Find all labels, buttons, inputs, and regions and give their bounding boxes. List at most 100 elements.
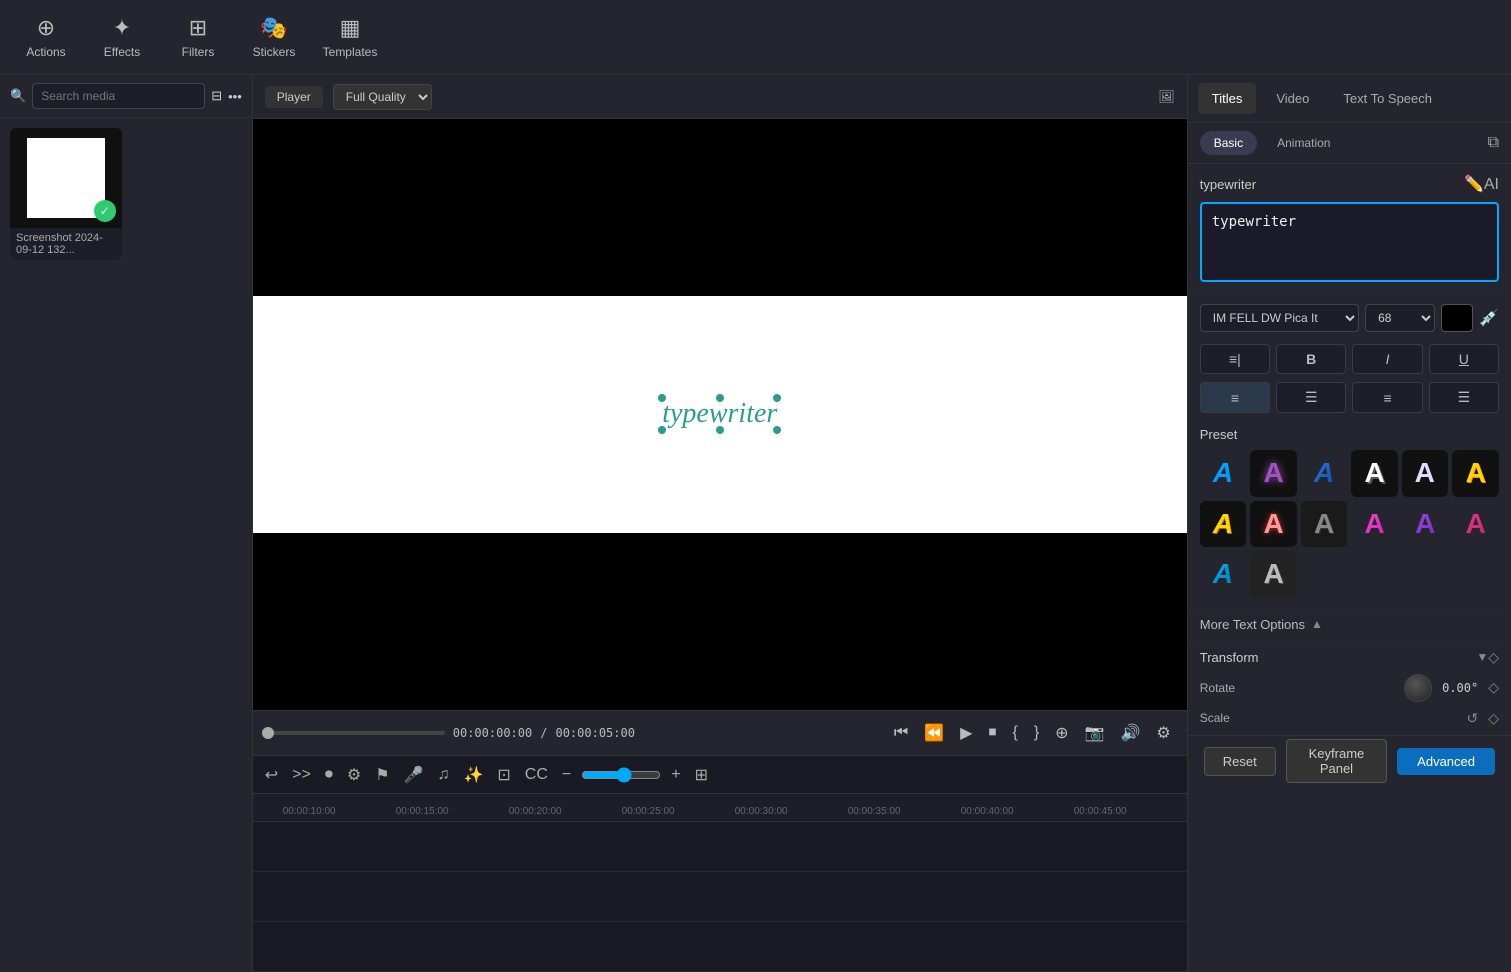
preset-item[interactable]: A <box>1250 450 1297 497</box>
sub-tab-basic[interactable]: Basic <box>1200 131 1257 155</box>
size-select[interactable]: 68 <box>1365 304 1435 332</box>
advanced-button[interactable]: Advanced <box>1397 748 1495 775</box>
preset-item[interactable]: A <box>1250 501 1297 548</box>
toolbar-item-templates[interactable]: ▦ Templates <box>314 5 386 70</box>
magic-btn[interactable]: ✨ <box>459 763 487 787</box>
panel-copy-icon[interactable]: ⧉ <box>1488 134 1499 152</box>
effects-label: Effects <box>104 45 140 59</box>
align-left-btn[interactable]: ≡ <box>1200 382 1270 413</box>
music-btn[interactable]: ♫ <box>433 764 453 786</box>
zoom-out-btn[interactable]: − <box>558 764 575 786</box>
ruler-mark: 00:00:10:00 <box>283 806 396 817</box>
search-input[interactable] <box>32 83 205 109</box>
more-icon[interactable]: ••• <box>228 89 242 104</box>
bottom-bar: Reset Keyframe Panel Advanced <box>1188 735 1511 787</box>
stop-btn[interactable]: ⏹ <box>984 722 1000 744</box>
more-text-section[interactable]: More Text Options ▲ <box>1188 608 1511 640</box>
media-grid: ✓ Screenshot 2024-09-12 132... <box>0 118 252 270</box>
preset-item[interactable]: A <box>1402 501 1449 548</box>
toolbar-item-filters[interactable]: ⊞ Filters <box>162 5 234 70</box>
italic-btn[interactable]: I <box>1352 344 1422 374</box>
filter-icon[interactable]: ⊟ <box>211 88 222 104</box>
preset-item[interactable]: A <box>1351 450 1398 497</box>
reset-button[interactable]: Reset <box>1204 747 1276 776</box>
text-editor[interactable]: typewriter <box>1200 202 1499 282</box>
align-justify-btn[interactable]: ☰ <box>1429 382 1499 413</box>
toolbar-item-actions[interactable]: ⊕ Actions <box>10 5 82 70</box>
handle-bl[interactable] <box>658 426 666 434</box>
handle-bc[interactable] <box>716 426 724 434</box>
undo-btn[interactable]: ↩ <box>261 763 282 787</box>
preset-item[interactable]: A <box>1301 450 1348 497</box>
zoom-in-btn[interactable]: + <box>667 764 684 786</box>
settings-btn[interactable]: ⚙ <box>1152 721 1174 745</box>
preset-item[interactable]: A <box>1452 450 1499 497</box>
volume-btn[interactable]: 🔊 <box>1116 721 1144 745</box>
font-select[interactable]: IM FELL DW Pica It <box>1200 304 1359 332</box>
play-btn[interactable]: ▶ <box>956 721 976 745</box>
mark-in-btn[interactable]: { <box>1008 722 1021 744</box>
align-center-btn[interactable]: ☰ <box>1276 382 1346 413</box>
mic-btn[interactable]: 🎤 <box>400 763 428 787</box>
redo-btn[interactable]: >> <box>288 764 315 786</box>
rotate-knob[interactable] <box>1404 674 1432 702</box>
toolbar-item-stickers[interactable]: 🎭 Stickers <box>238 5 310 70</box>
tab-titles[interactable]: Titles <box>1198 83 1257 114</box>
snapshot-btn[interactable]: 📷 <box>1081 721 1109 745</box>
prev-frame-btn[interactable]: ⏮ <box>890 722 912 744</box>
scale-label: Scale <box>1200 711 1457 725</box>
settings2-btn[interactable]: ⚙ <box>343 763 365 787</box>
scale-keyframe-btn[interactable]: ◇ <box>1488 710 1499 727</box>
progress-thumb[interactable] <box>262 727 274 739</box>
toolbar-item-effects[interactable]: ✦ Effects <box>86 5 158 70</box>
font-controls: IM FELL DW Pica It 68 💉 <box>1188 295 1511 340</box>
preset-item[interactable]: A <box>1452 501 1499 548</box>
underline-btn[interactable]: U <box>1429 344 1499 374</box>
subtitle-btn[interactable]: CC <box>521 764 552 786</box>
transform-header[interactable]: Transform ▼ ◇ <box>1200 649 1499 666</box>
tab-tts[interactable]: Text To Speech <box>1329 83 1446 114</box>
scale-reset-btn[interactable]: ↺ <box>1466 710 1478 727</box>
snapshot-icon[interactable]: 🖼 <box>1158 89 1175 105</box>
insert-btn[interactable]: ⊕ <box>1051 721 1072 745</box>
tab-video[interactable]: Video <box>1262 83 1323 114</box>
media-item[interactable]: ✓ Screenshot 2024-09-12 132... <box>10 128 122 260</box>
pip-btn[interactable]: ⊡ <box>493 763 514 787</box>
play-circle-btn[interactable]: ⏺ <box>321 764 337 786</box>
quality-select[interactable]: Full Quality <box>333 84 432 110</box>
text-title: typewriter <box>1200 177 1456 192</box>
zoom-slider[interactable] <box>581 767 661 783</box>
align-right-btn[interactable]: ≡ <box>1352 382 1422 413</box>
current-time: 00:00:00:00 <box>453 726 532 740</box>
preset-item[interactable]: A <box>1200 450 1247 497</box>
sub-tabs: Basic Animation ⧉ <box>1188 123 1511 164</box>
preset-section: Preset AAAAAAAAAAAAAA <box>1188 417 1511 608</box>
ai-button[interactable]: ✏️AI <box>1464 174 1499 194</box>
rotate-keyframe-btn[interactable]: ◇ <box>1488 679 1499 696</box>
sub-tab-animation[interactable]: Animation <box>1263 131 1344 155</box>
preset-item[interactable]: A <box>1402 450 1449 497</box>
format-lines-btn[interactable]: ≡| <box>1200 344 1270 374</box>
handle-br[interactable] <box>773 426 781 434</box>
preset-item[interactable]: A <box>1250 551 1297 598</box>
progress-bar[interactable] <box>265 731 445 735</box>
grid-btn[interactable]: ⊞ <box>691 763 712 787</box>
preset-item[interactable]: A <box>1200 501 1247 548</box>
format-row: ≡| B I U <box>1188 340 1511 378</box>
preset-item[interactable]: A <box>1301 501 1348 548</box>
step-back-btn[interactable]: ⏪ <box>920 721 948 745</box>
bold-btn[interactable]: B <box>1276 344 1346 374</box>
track-row <box>253 922 1187 972</box>
player-button[interactable]: Player <box>265 86 323 108</box>
media-thumb: ✓ <box>10 128 122 228</box>
preset-item[interactable]: A <box>1351 501 1398 548</box>
color-swatch[interactable] <box>1441 304 1473 332</box>
keyframe-panel-button[interactable]: Keyframe Panel <box>1286 739 1387 783</box>
preset-item[interactable]: A <box>1200 551 1247 598</box>
timeline-ruler: 00:00:10:00 00:00:15:00 00:00:20:00 00:0… <box>253 794 1187 822</box>
eyedropper-btn[interactable]: 💉 <box>1479 308 1499 328</box>
transform-keyframe-btn[interactable]: ◇ <box>1488 649 1499 666</box>
mark-out-btn[interactable]: } <box>1030 722 1043 744</box>
flag-btn[interactable]: ⚑ <box>371 763 393 787</box>
canvas-text-wrapper[interactable]: typewriter <box>662 398 777 430</box>
